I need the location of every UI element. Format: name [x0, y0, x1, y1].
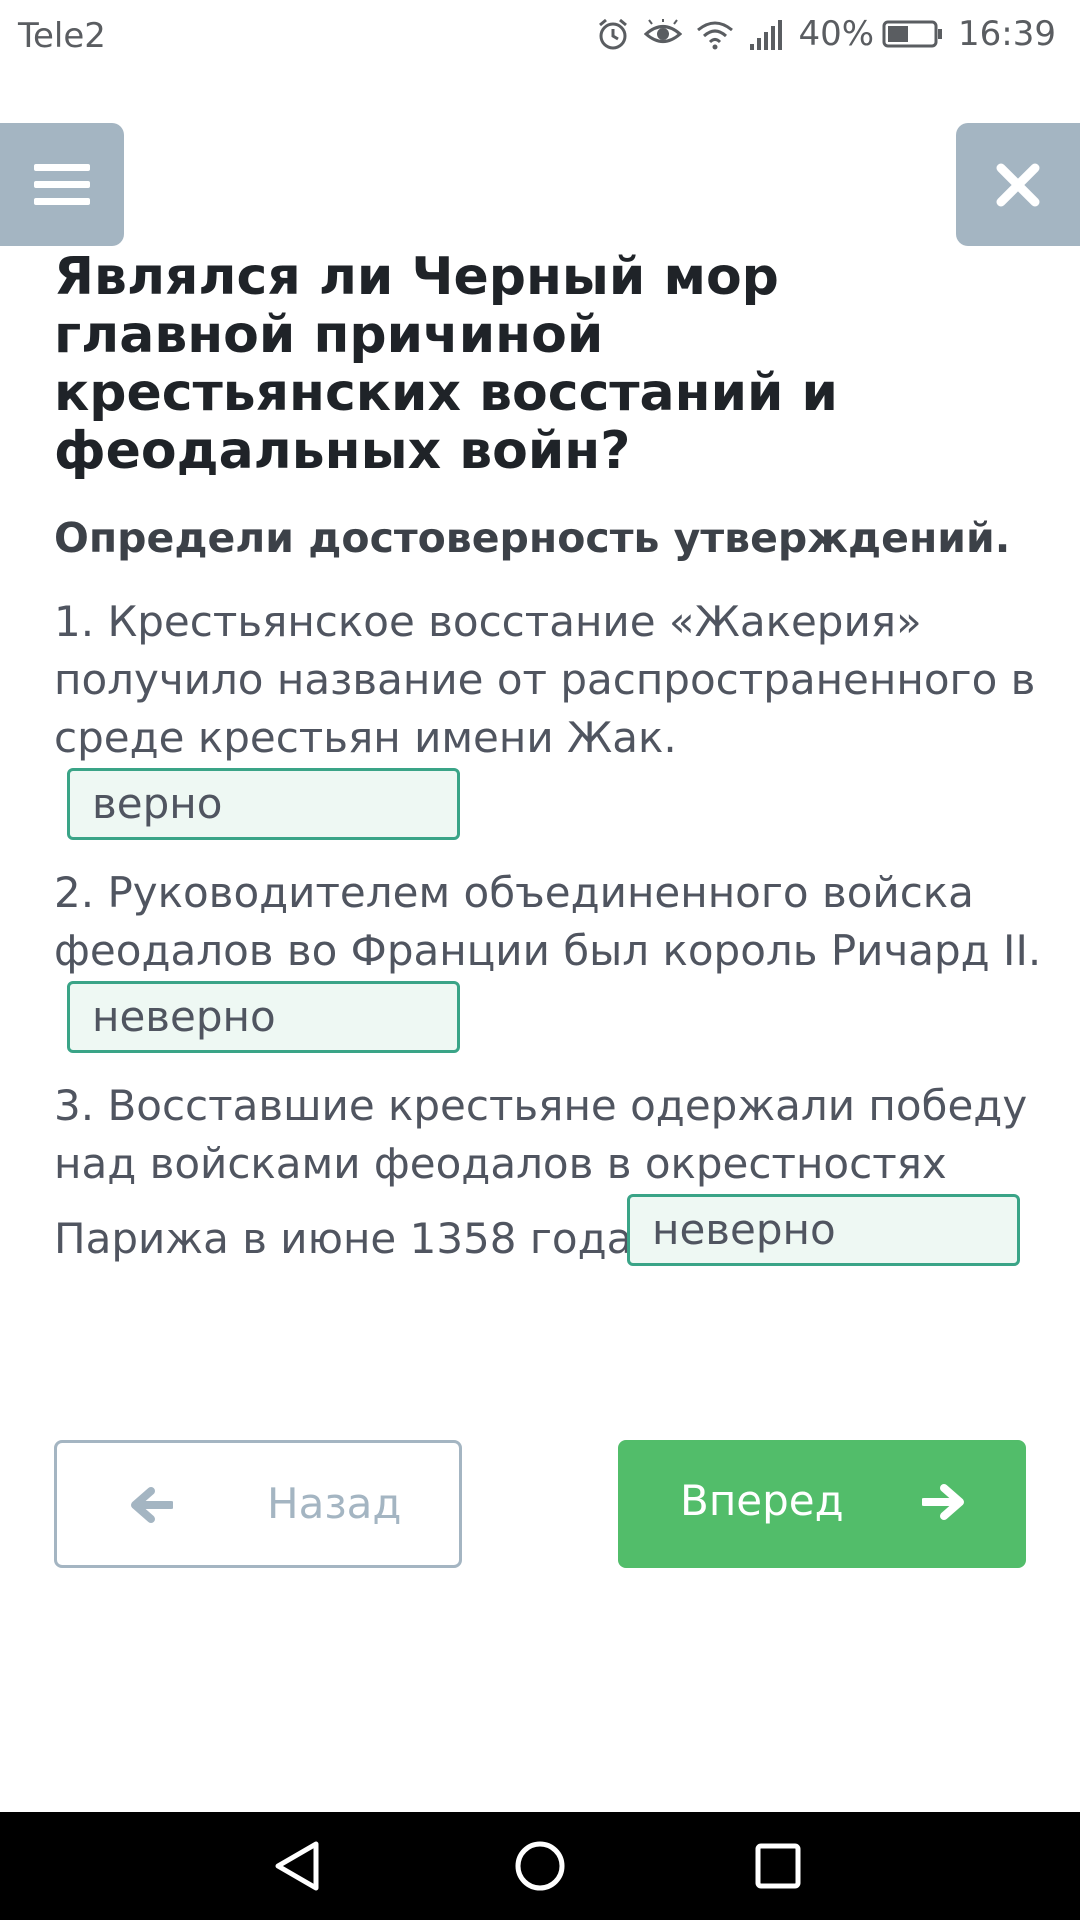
nav-back-icon[interactable] — [272, 1840, 324, 1892]
close-button[interactable] — [956, 123, 1080, 246]
statement-2: 2. Руководителем объединенного войска фе… — [54, 864, 1044, 980]
arrow-right-icon — [922, 1484, 964, 1520]
nav-home-icon[interactable] — [514, 1840, 566, 1892]
alarm-icon — [599, 18, 628, 50]
back-button[interactable]: Назад — [54, 1440, 462, 1568]
status-bar: Tele2 40% 16:39 — [0, 0, 1080, 74]
clock: 16:39 — [958, 14, 1056, 54]
answer-select-1[interactable]: верно — [67, 768, 460, 840]
status-icons: 40% 16:39 — [596, 14, 1056, 54]
statement-number: 1. — [54, 597, 95, 646]
hamburger-menu-icon — [34, 163, 90, 205]
menu-button[interactable] — [0, 123, 124, 246]
arrow-left-icon — [131, 1487, 173, 1523]
statement-3: 3. Восставшие крестьяне одержали победу … — [54, 1077, 1044, 1193]
close-icon — [996, 163, 1040, 206]
statement-number: 2. — [54, 868, 95, 917]
back-button-label: Назад — [267, 1479, 402, 1528]
nav-recent-apps-icon[interactable] — [752, 1840, 804, 1892]
carrier-label: Tele2 — [18, 16, 106, 56]
system-navigation-bar — [0, 1812, 1080, 1920]
statement-text: Крестьянское восстание «Жакерия» получил… — [54, 597, 1036, 762]
next-button-label: Вперед — [680, 1476, 844, 1525]
battery-percent: 40% — [798, 14, 875, 54]
battery-icon — [882, 20, 943, 48]
screen: Tele2 40% 16:39 Являлся ли Черный мор гл… — [0, 0, 1080, 1920]
battery-indicator: 40% — [798, 14, 944, 54]
answer-select-3[interactable]: неверно — [627, 1194, 1020, 1266]
question-title: Являлся ли Черный мор главной причиной к… — [54, 247, 838, 481]
instruction-text: Определи достоверность утверждений. — [54, 514, 1011, 562]
wifi-icon — [697, 21, 734, 50]
statement-number: 3. — [54, 1081, 95, 1130]
answer-select-2[interactable]: неверно — [67, 981, 460, 1053]
eye-icon — [644, 19, 683, 43]
signal-icon — [750, 20, 783, 50]
statement-text: Восставшие крестьяне одержали победу над… — [54, 1081, 1028, 1188]
statement-text: Руководителем объединенного войска феода… — [54, 868, 1042, 975]
statement-1: 1. Крестьянское восстание «Жакерия» полу… — [54, 593, 1044, 767]
next-button[interactable]: Вперед — [618, 1440, 1026, 1568]
